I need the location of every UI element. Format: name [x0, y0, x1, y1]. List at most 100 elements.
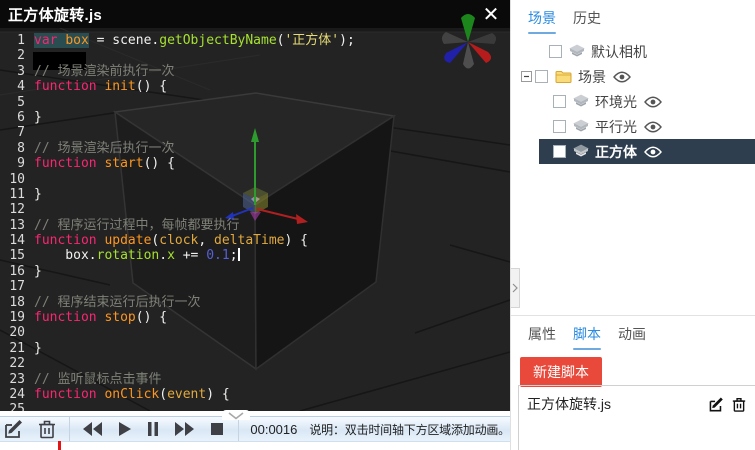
- timeline-playhead[interactable]: [58, 441, 61, 450]
- object-icon: [573, 144, 589, 159]
- properties-panel: 属性脚本动画 新建脚本 正方体旋转.js: [511, 315, 755, 450]
- code-line-16[interactable]: 16}: [0, 264, 510, 279]
- tree-item-default-camera[interactable]: 默认相机: [511, 39, 755, 64]
- line-content: }: [28, 264, 42, 279]
- code-token: // 程序结束运行后执行一次: [34, 295, 200, 310]
- code-token: }: [34, 341, 42, 356]
- visibility-checkbox[interactable]: [553, 95, 566, 108]
- code-line-7[interactable]: 7: [0, 125, 510, 140]
- code-line-11[interactable]: 11}: [0, 187, 510, 202]
- line-number: 2: [0, 48, 28, 63]
- tree-item-scene[interactable]: 场景: [511, 64, 755, 89]
- stop-button[interactable]: [210, 422, 224, 436]
- line-content: function onClick(event) {: [28, 387, 230, 402]
- collapse-expander-icon[interactable]: [521, 71, 532, 82]
- code-token: // 程序运行过程中，每帧都要执行: [34, 218, 239, 233]
- edit-icon: [3, 418, 26, 440]
- line-number: 20: [0, 325, 28, 340]
- script-name: 正方体旋转.js: [527, 394, 703, 414]
- eye-icon[interactable]: [644, 121, 662, 133]
- code-line-22[interactable]: 22: [0, 356, 510, 371]
- new-script-button[interactable]: 新建脚本: [520, 357, 602, 387]
- tab-history[interactable]: 历史: [573, 8, 601, 34]
- code-line-8[interactable]: 8// 场景渲染后执行一次: [0, 141, 510, 156]
- code-line-19[interactable]: 19function stop() {: [0, 310, 510, 325]
- tab-animation[interactable]: 动画: [618, 324, 646, 350]
- eye-icon[interactable]: [613, 71, 631, 83]
- trash-icon: [37, 418, 57, 440]
- code-token: );: [339, 33, 355, 48]
- trash-icon[interactable]: [731, 396, 747, 413]
- code-line-25[interactable]: 25: [0, 402, 510, 411]
- line-content: [28, 279, 34, 294]
- code-line-6[interactable]: 6}: [0, 110, 510, 125]
- timeline-bar: 00:0016 说明：双击时间轴下方区域添加动画。: [0, 411, 510, 450]
- code-line-18[interactable]: 18// 程序结束运行后执行一次: [0, 295, 510, 310]
- tree-item-label: 场景: [578, 67, 606, 87]
- line-number: 1: [0, 33, 28, 48]
- line-content: }: [28, 187, 42, 202]
- line-content: [28, 325, 34, 340]
- rewind-button[interactable]: [82, 421, 103, 437]
- code-line-10[interactable]: 10: [0, 172, 510, 187]
- pause-button[interactable]: [147, 421, 159, 437]
- code-editor[interactable]: 1var box = scene.getObjectByName('正方体');…: [0, 33, 510, 411]
- line-number: 4: [0, 79, 28, 94]
- delete-keyframe-button[interactable]: [37, 418, 57, 440]
- tab-properties[interactable]: 属性: [528, 324, 556, 350]
- visibility-checkbox[interactable]: [535, 70, 548, 83]
- panel-collapse-handle[interactable]: [511, 268, 520, 308]
- visibility-checkbox[interactable]: [553, 120, 566, 133]
- fast-forward-button[interactable]: [174, 421, 195, 437]
- code-token: // 监听鼠标点击事件: [34, 372, 161, 387]
- tree-item-cube[interactable]: 正方体: [511, 139, 755, 164]
- visibility-checkbox[interactable]: [549, 45, 562, 58]
- edit-icon[interactable]: [708, 396, 726, 413]
- timeline-collapse-button[interactable]: [222, 410, 250, 420]
- code-line-21[interactable]: 21}: [0, 341, 510, 356]
- line-content: }: [28, 341, 42, 356]
- code-token: }: [34, 187, 42, 202]
- code-line-5[interactable]: 5: [0, 95, 510, 110]
- code-line-24[interactable]: 24function onClick(event) {: [0, 387, 510, 402]
- code-line-4[interactable]: 4function init() {: [0, 79, 510, 94]
- tree-item-ambient-light[interactable]: 环境光: [511, 89, 755, 114]
- 3d-viewport[interactable]: 正方体旋转.js ✕ 1var box = scene.getObjectByN…: [0, 0, 510, 411]
- visibility-checkbox[interactable]: [553, 145, 566, 158]
- code-token: function: [34, 310, 97, 325]
- line-content: // 程序结束运行后执行一次: [28, 295, 200, 310]
- code-line-13[interactable]: 13// 程序运行过程中，每帧都要执行: [0, 218, 510, 233]
- eye-icon[interactable]: [644, 146, 662, 158]
- code-line-14[interactable]: 14function update(clock, deltaTime) {: [0, 233, 510, 248]
- eye-icon[interactable]: [644, 96, 662, 108]
- line-number: 7: [0, 125, 28, 140]
- tree-item-directional-light[interactable]: 平行光: [511, 114, 755, 139]
- close-icon[interactable]: ✕: [478, 1, 504, 27]
- script-list-item[interactable]: 正方体旋转.js: [519, 386, 755, 414]
- line-content: function update(clock, deltaTime) {: [28, 233, 308, 248]
- code-line-15[interactable]: 15 box.rotation.x += 0.1;: [0, 248, 510, 263]
- tab-script[interactable]: 脚本: [573, 324, 601, 350]
- chevron-down-icon: [228, 412, 244, 420]
- code-token: () {: [144, 156, 175, 171]
- code-line-12[interactable]: 12: [0, 202, 510, 217]
- line-content: function stop() {: [28, 310, 167, 325]
- code-line-20[interactable]: 20: [0, 325, 510, 340]
- line-number: 16: [0, 264, 28, 279]
- tree-item-label: 默认相机: [591, 42, 647, 62]
- tree-item-label: 环境光: [595, 92, 637, 112]
- code-line-23[interactable]: 23// 监听鼠标点击事件: [0, 372, 510, 387]
- line-content: box.rotation.x += 0.1;: [28, 248, 240, 263]
- code-token: init: [104, 79, 135, 94]
- rewind-icon: [82, 421, 103, 437]
- scene-panel-tabs: 场景历史: [511, 0, 755, 34]
- tab-scene[interactable]: 场景: [528, 8, 556, 34]
- code-line-9[interactable]: 9function start() {: [0, 156, 510, 171]
- play-button[interactable]: [118, 421, 132, 437]
- line-content: [28, 48, 34, 63]
- edit-keyframe-button[interactable]: [3, 418, 26, 440]
- code-token: stop: [104, 310, 135, 325]
- scene-hierarchy-panel: 场景历史 默认相机场景环境光平行光正方体: [511, 0, 755, 315]
- line-content: // 监听鼠标点击事件: [28, 372, 161, 387]
- code-line-17[interactable]: 17: [0, 279, 510, 294]
